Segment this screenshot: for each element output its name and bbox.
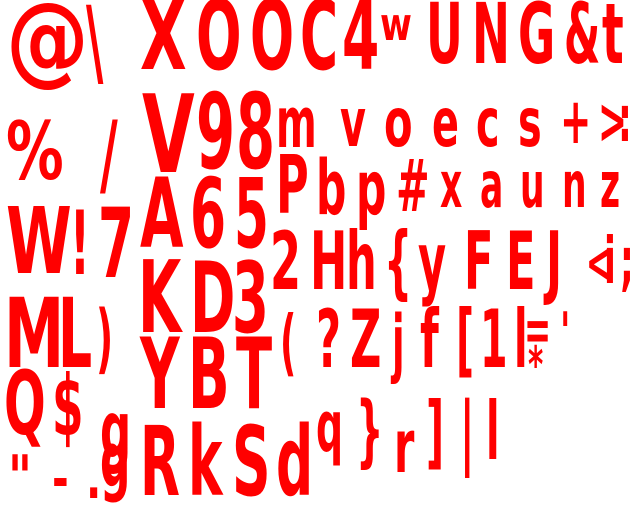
glyph-83: R (140, 406, 180, 512)
glyph-68: ' (560, 301, 571, 364)
glyph-69: * (528, 336, 544, 394)
glyph-47: F (464, 215, 494, 308)
glyph-84: k (188, 406, 223, 512)
glyph-2: X (140, 0, 187, 92)
glyph-10: G (518, 0, 556, 83)
glyph-85: S (232, 406, 271, 512)
glyph-26: : (618, 83, 632, 157)
glyph-33: # (396, 144, 430, 228)
glyph-41: 7 (98, 188, 135, 300)
glyph-canvas: @ \ X O O C 4 w U N G & t% / V 9 8 m v o e c s + >: A 6 5 Pb p # x a u n z W… (0, 0, 640, 512)
glyph-48: E (506, 215, 536, 308)
glyph-44: h (346, 215, 377, 308)
glyph-24: + (560, 85, 592, 159)
glyph-30: P (276, 139, 309, 232)
glyph-51: i (604, 225, 616, 299)
glyph-9: N (472, 0, 510, 83)
glyph-23: s (518, 84, 542, 163)
glyph-36: u (520, 149, 545, 223)
glyph-7: w (380, 0, 412, 52)
glyph-39: W (6, 188, 72, 295)
glyph-5: C (300, 0, 339, 92)
glyph-74: $ (52, 357, 84, 455)
glyph-40: ! (70, 192, 90, 295)
glyph-87: " (8, 443, 32, 512)
glyph-61: Z (350, 293, 382, 386)
glyph-21: e (432, 84, 459, 163)
glyph-78: } (356, 386, 384, 476)
glyph-64: [ (456, 293, 475, 386)
glyph-80: ] (426, 385, 445, 478)
glyph-42: 2 (270, 215, 302, 308)
glyph-37: n (562, 149, 587, 223)
glyph-62: j (392, 300, 405, 386)
glyph-79: r (394, 404, 415, 490)
glyph-82: l (486, 385, 500, 478)
glyph-35: a (480, 149, 504, 223)
glyph-11: & (564, 0, 601, 83)
glyph-88: - (52, 447, 69, 512)
glyph-12: t (602, 0, 624, 83)
glyph-22: c (476, 84, 500, 163)
glyph-6: 4 (342, 0, 380, 92)
glyph-59: ( (280, 300, 297, 384)
glyph-73: Q (4, 352, 46, 455)
glyph-14: / (100, 102, 118, 207)
glyph-1: \ (86, 0, 104, 98)
glyph-0: @ (6, 0, 89, 97)
glyph-8: U (426, 0, 463, 83)
glyph-86: d (276, 406, 314, 512)
glyph-58: ) (96, 293, 114, 382)
glyph-63: f (420, 293, 439, 386)
glyph-43: H (310, 215, 348, 308)
glyph-65: 1 (480, 293, 508, 386)
glyph-77: q (316, 386, 344, 468)
glyph-60: ? (316, 293, 342, 386)
glyph-34: x (440, 149, 463, 223)
glyph-45: { (384, 215, 413, 308)
glyph-89: . (86, 447, 102, 512)
glyph-76: g (100, 415, 131, 504)
glyph-81: | (460, 385, 475, 478)
glyph-49: J (546, 215, 563, 308)
glyph-38: z (600, 149, 621, 223)
glyph-46: y (418, 215, 447, 308)
glyph-52: ; (620, 225, 634, 299)
glyph-13: % (6, 105, 64, 198)
